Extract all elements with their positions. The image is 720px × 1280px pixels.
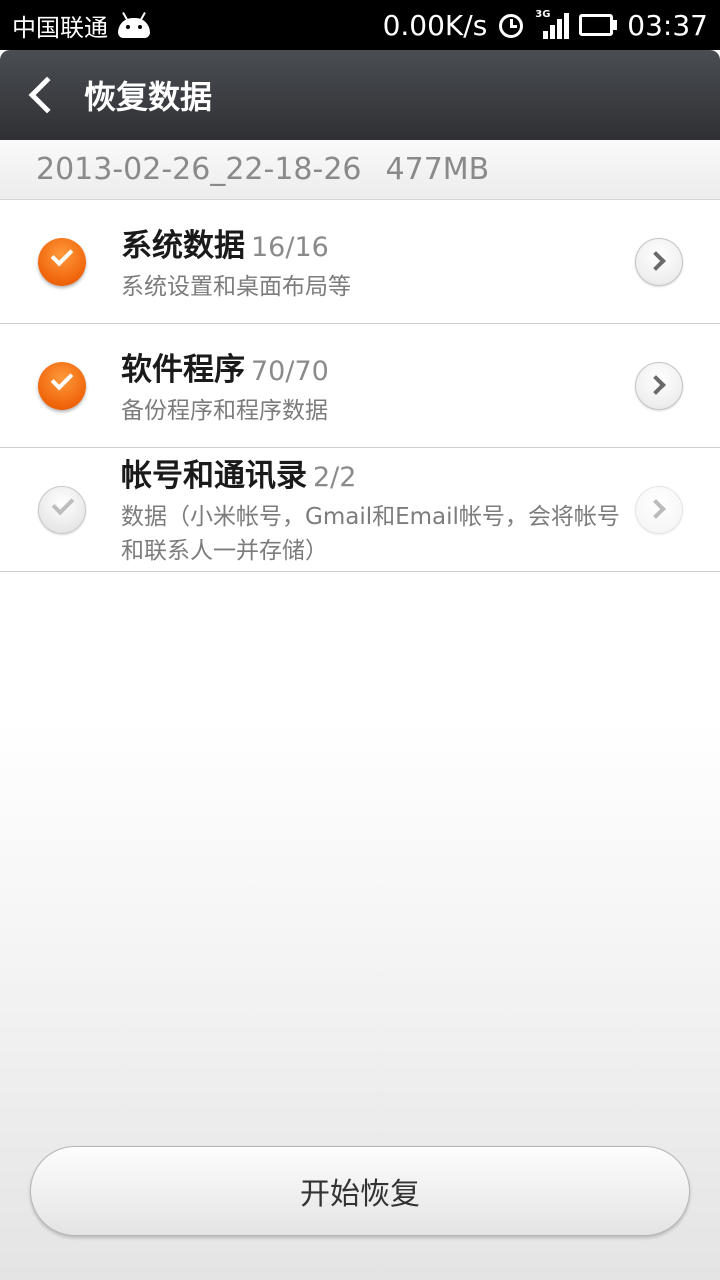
details-arrow-icon[interactable] <box>635 486 683 534</box>
item-title: 帐号和通讯录 <box>121 458 307 494</box>
status-right: 0.00K/s 3G 03:37 <box>383 9 708 42</box>
android-icon <box>116 12 152 38</box>
item-count: 2/2 <box>313 462 357 493</box>
status-bar: 中国联通 0.00K/s 3G 03:37 <box>0 0 720 50</box>
checkbox-checked-icon[interactable] <box>38 362 86 410</box>
carrier-label: 中国联通 <box>12 13 108 42</box>
alarm-icon <box>497 11 525 39</box>
start-restore-button[interactable]: 开始恢复 <box>30 1146 690 1236</box>
status-left: 中国联通 <box>12 8 152 43</box>
list-item-apps[interactable]: 软件程序 70/70 备份程序和程序数据 <box>0 324 720 448</box>
network-speed: 0.00K/s <box>382 8 488 42</box>
list-item-system-data[interactable]: 系统数据 16/16 系统设置和桌面布局等 <box>0 200 720 324</box>
backup-info-bar: 2013-02-26_22-18-26 477MB <box>0 140 720 200</box>
item-title: 软件程序 <box>121 352 245 388</box>
checkbox-checked-icon[interactable] <box>38 238 86 286</box>
backup-size: 477MB <box>385 152 490 187</box>
clock: 03:37 <box>627 8 708 42</box>
network-type: 3G <box>535 9 551 20</box>
battery-icon <box>579 14 618 36</box>
page-title: 恢复数据 <box>84 78 213 116</box>
back-button[interactable] <box>0 50 80 140</box>
item-description: 数据（小米帐号，Gmail和Email帐号，会将帐号和联系人一并存储） <box>121 504 620 564</box>
title-bar: 恢复数据 <box>0 50 720 140</box>
checkbox-unchecked-icon[interactable] <box>38 486 86 534</box>
item-description: 系统设置和桌面布局等 <box>121 274 351 300</box>
item-title-wrap: 系统数据 16/16 <box>121 224 621 270</box>
restore-items-list: 系统数据 16/16 系统设置和桌面布局等 软件程序 70/70 备份程序和程序数据… <box>0 200 720 572</box>
item-title-wrap: 帐号和通讯录 2/2 <box>121 454 621 500</box>
list-item-accounts-contacts[interactable]: 帐号和通讯录 2/2 数据（小米帐号，Gmail和Email帐号，会将帐号和联系人… <box>0 448 720 572</box>
backup-date: 2013-02-26_22-18-26 <box>36 152 362 187</box>
back-arrow-icon <box>28 76 66 114</box>
details-arrow-icon[interactable] <box>635 362 683 410</box>
item-count: 16/16 <box>251 232 329 263</box>
item-title: 系统数据 <box>121 228 245 264</box>
item-count: 70/70 <box>251 356 329 387</box>
signal-icon: 3G <box>535 9 570 39</box>
details-arrow-icon[interactable] <box>635 238 683 286</box>
item-description: 备份程序和程序数据 <box>121 398 328 424</box>
item-title-wrap: 软件程序 70/70 <box>121 348 621 394</box>
